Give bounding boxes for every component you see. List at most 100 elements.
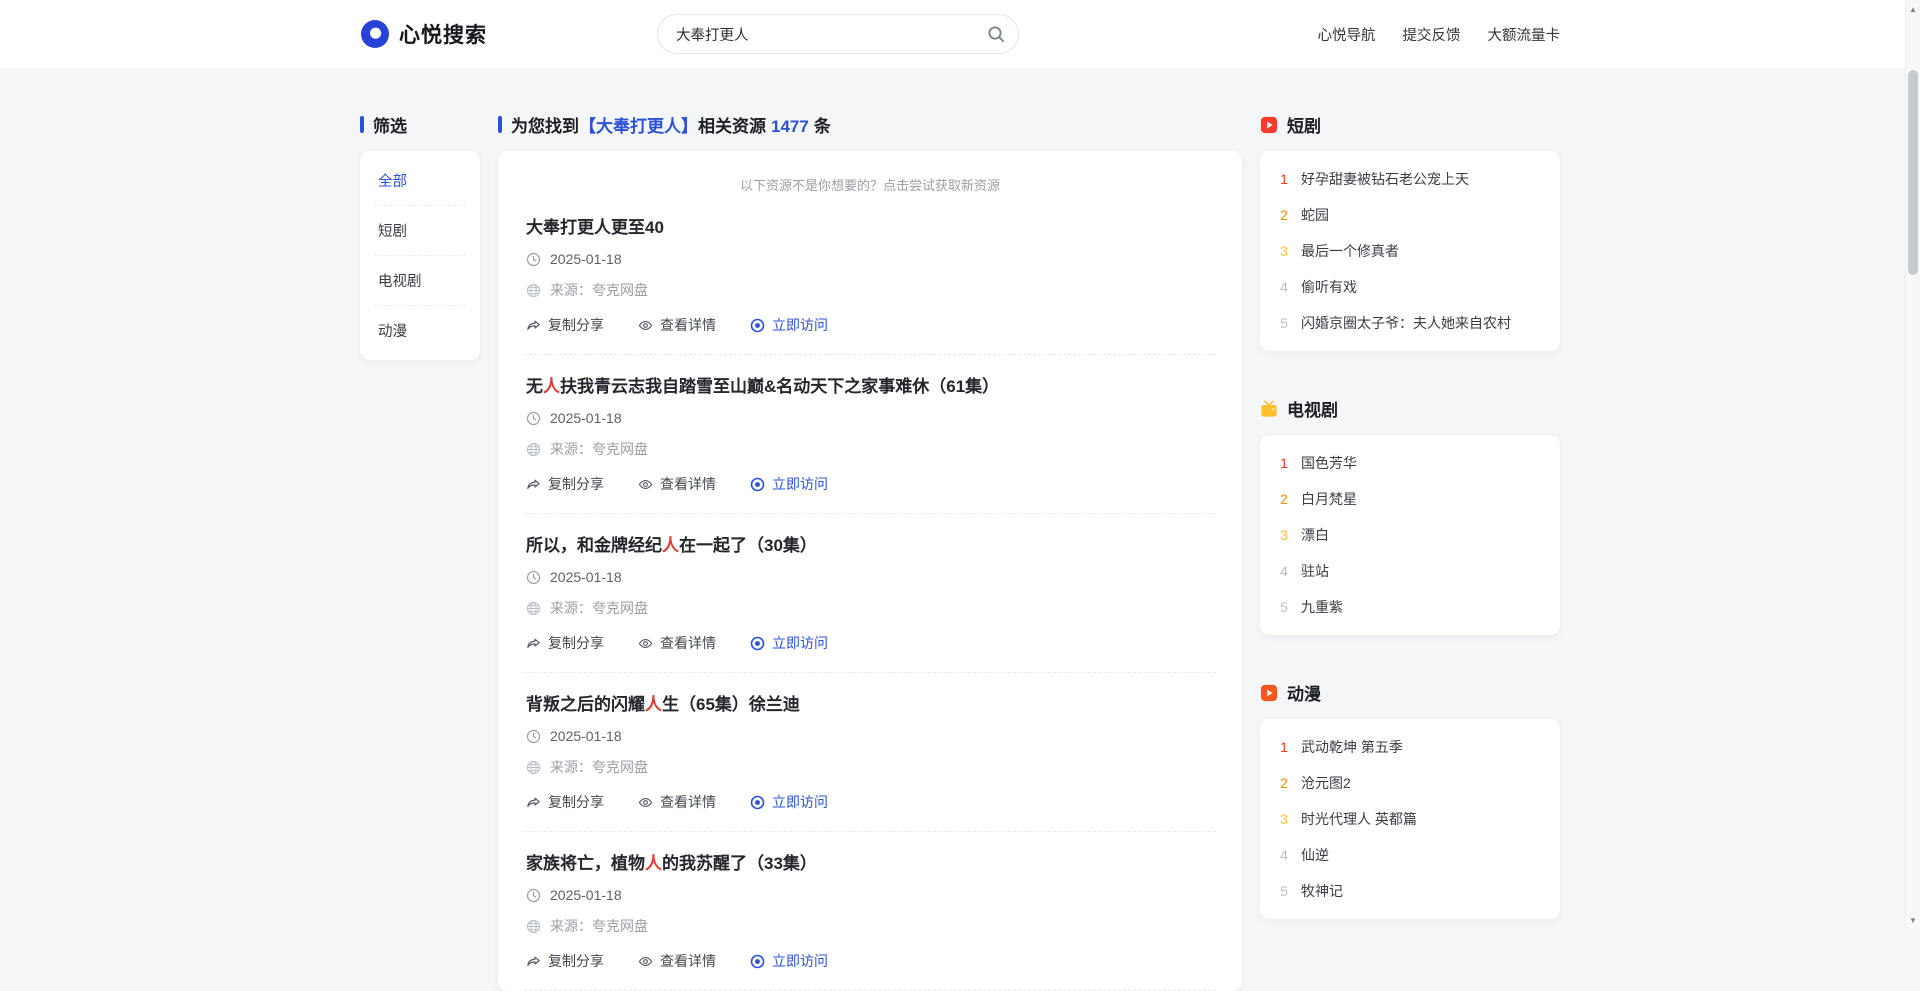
logo[interactable]: 心悦搜索: [360, 19, 487, 49]
nav-link-nav-site[interactable]: 心悦导航: [1318, 24, 1376, 45]
result-title[interactable]: 无人扶我青云志我自踏雪至山巅&名动天下之家事难休（61集）: [526, 372, 1214, 397]
clock-icon: [526, 888, 541, 903]
eye-icon: [638, 636, 653, 651]
ranking-section: 动漫 1 武动乾坤 第五季 2 沧元图2 3时光代理人 英都篇 4 仙逆 5牧神记: [1260, 680, 1560, 919]
refresh-notice[interactable]: 以下资源不是你想要的？点击尝试获取新资源: [524, 167, 1216, 196]
search-input[interactable]: [657, 14, 1019, 54]
result-title[interactable]: 大奉打更人更至40: [526, 213, 1214, 238]
clock-icon: [526, 252, 541, 267]
result-date-row: 2025-01-18: [526, 569, 1214, 585]
filter-item[interactable]: 动漫: [374, 305, 466, 355]
ranking-item-text: 时光代理人 英都篇: [1301, 809, 1417, 829]
accent-bar: [360, 116, 364, 133]
ranking-item[interactable]: 5闪婚京圈太子爷：夫人她来自农村: [1260, 305, 1560, 341]
share-icon: [526, 636, 541, 651]
ranking-item[interactable]: 5九重紫: [1260, 589, 1560, 625]
filter-sidebar: 筛选 全部短剧电视剧动漫: [360, 112, 480, 360]
nav-link-data-card[interactable]: 大额流量卡: [1488, 24, 1561, 45]
view-detail-button[interactable]: 查看详情: [638, 315, 716, 335]
result-actions: 复制分享 查看详情 立即访问: [526, 315, 1214, 335]
copy-share-button[interactable]: 复制分享: [526, 315, 604, 335]
result-date: 2025-01-18: [550, 887, 622, 903]
copy-share-button[interactable]: 复制分享: [526, 633, 604, 653]
ranking-item-text: 偷听有戏: [1301, 277, 1357, 297]
search-button[interactable]: [980, 18, 1012, 50]
results-card: 以下资源不是你想要的？点击尝试获取新资源 大奉打更人更至40 2025-01-18…: [498, 151, 1242, 991]
copy-share-button[interactable]: 复制分享: [526, 474, 604, 494]
copy-share-button[interactable]: 复制分享: [526, 792, 604, 812]
ranking-item-text: 沧元图2: [1301, 773, 1351, 793]
view-detail-button[interactable]: 查看详情: [638, 474, 716, 494]
ranking-card: 1 武动乾坤 第五季 2 沧元图2 3时光代理人 英都篇 4 仙逆 5牧神记: [1260, 719, 1560, 919]
result-actions: 复制分享 查看详情 立即访问: [526, 474, 1214, 494]
share-icon: [526, 954, 541, 969]
result-item: 背叛之后的闪耀人生（65集）徐兰迪2025-01-18来源：夸克网盘复制分享查看…: [524, 673, 1216, 832]
view-detail-button[interactable]: 查看详情: [638, 633, 716, 653]
ranking-item[interactable]: 2 沧元图2: [1260, 765, 1560, 801]
result-title[interactable]: 所以，和金牌经纪人在一起了（30集）: [526, 531, 1214, 556]
nav-link-feedback[interactable]: 提交反馈: [1403, 24, 1461, 45]
ranking-item[interactable]: 2蛇园: [1260, 197, 1560, 233]
ranking-item[interactable]: 2白月梵星: [1260, 481, 1560, 517]
result-date-row: 2025-01-18: [526, 410, 1214, 426]
copy-share-button[interactable]: 复制分享: [526, 951, 604, 971]
filter-item[interactable]: 全部: [374, 156, 466, 205]
search-box: [657, 14, 1019, 54]
ranking-number: 3: [1278, 243, 1290, 259]
ranking-item-text: 九重紫: [1301, 597, 1343, 617]
ranking-item[interactable]: 3最后一个修真者: [1260, 233, 1560, 269]
visit-now-button[interactable]: 立即访问: [750, 315, 828, 335]
ranking-item[interactable]: 3漂白: [1260, 517, 1560, 553]
globe-icon: [526, 442, 541, 457]
scrollbar-down-arrow-icon[interactable]: ▼: [1906, 912, 1920, 928]
filter-item[interactable]: 短剧: [374, 205, 466, 255]
results-main: 为您找到【大奉打更人】相关资源1477条 以下资源不是你想要的？点击尝试获取新资…: [498, 112, 1242, 991]
visit-now-button[interactable]: 立即访问: [750, 474, 828, 494]
top-bar-inner: 心悦搜索 心悦导航 提交反馈 大额流量卡: [360, 0, 1560, 68]
result-source: 来源：夸克网盘: [550, 916, 648, 936]
scrollbar[interactable]: ▲ ▼: [1905, 0, 1920, 929]
ranking-item[interactable]: 4偷听有戏: [1260, 269, 1560, 305]
result-title[interactable]: 背叛之后的闪耀人生（65集）徐兰迪: [526, 690, 1214, 715]
ranking-item[interactable]: 1国色芳华: [1260, 445, 1560, 481]
top-bar: 心悦搜索 心悦导航 提交反馈 大额流量卡: [0, 0, 1920, 68]
ranking-number: 1: [1278, 739, 1290, 755]
ranking-number: 2: [1278, 775, 1290, 791]
ranking-item[interactable]: 5牧神记: [1260, 873, 1560, 909]
result-source: 来源：夸克网盘: [550, 757, 648, 777]
logo-icon: [360, 19, 390, 49]
result-actions: 复制分享 查看详情 立即访问: [526, 951, 1214, 971]
share-icon: [526, 318, 541, 333]
ranking-item[interactable]: 1 武动乾坤 第五季: [1260, 729, 1560, 765]
ranking-item[interactable]: 3时光代理人 英都篇: [1260, 801, 1560, 837]
visit-now-button[interactable]: 立即访问: [750, 951, 828, 971]
share-icon: [526, 795, 541, 810]
visit-now-button[interactable]: 立即访问: [750, 633, 828, 653]
scrollbar-thumb[interactable]: [1908, 70, 1918, 275]
result-source: 来源：夸克网盘: [550, 280, 648, 300]
view-detail-button[interactable]: 查看详情: [638, 951, 716, 971]
filter-card: 全部短剧电视剧动漫: [360, 151, 480, 360]
result-item: 大奉打更人更至402025-01-18来源：夸克网盘复制分享查看详情立即访问: [524, 196, 1216, 355]
ranking-number: 1: [1278, 171, 1290, 187]
scrollbar-up-arrow-icon[interactable]: ▲: [1906, 1, 1920, 17]
ranking-item-text: 武动乾坤 第五季: [1301, 737, 1403, 757]
ranking-item[interactable]: 4驻站: [1260, 553, 1560, 589]
visit-now-button[interactable]: 立即访问: [750, 792, 828, 812]
ranking-item-text: 漂白: [1301, 525, 1329, 545]
ranking-number: 2: [1278, 207, 1290, 223]
ranking-number: 4: [1278, 847, 1290, 863]
result-date: 2025-01-18: [550, 410, 622, 426]
ranking-title-text: 动漫: [1287, 680, 1321, 705]
result-source-row: 来源：夸克网盘: [526, 757, 1214, 777]
ranking-item-text: 仙逆: [1301, 845, 1329, 865]
ranking-item[interactable]: 4 仙逆: [1260, 837, 1560, 873]
accent-bar: [498, 116, 502, 133]
result-title[interactable]: 家族将亡，植物人的我苏醒了（33集）: [526, 849, 1214, 874]
ranking-number: 5: [1278, 883, 1290, 899]
ranking-item-text: 闪婚京圈太子爷：夫人她来自农村: [1301, 313, 1511, 333]
ranking-item[interactable]: 1好孕甜妻被钻石老公宠上天: [1260, 161, 1560, 197]
view-detail-button[interactable]: 查看详情: [638, 792, 716, 812]
filter-item[interactable]: 电视剧: [374, 255, 466, 305]
visit-icon: [750, 795, 765, 810]
